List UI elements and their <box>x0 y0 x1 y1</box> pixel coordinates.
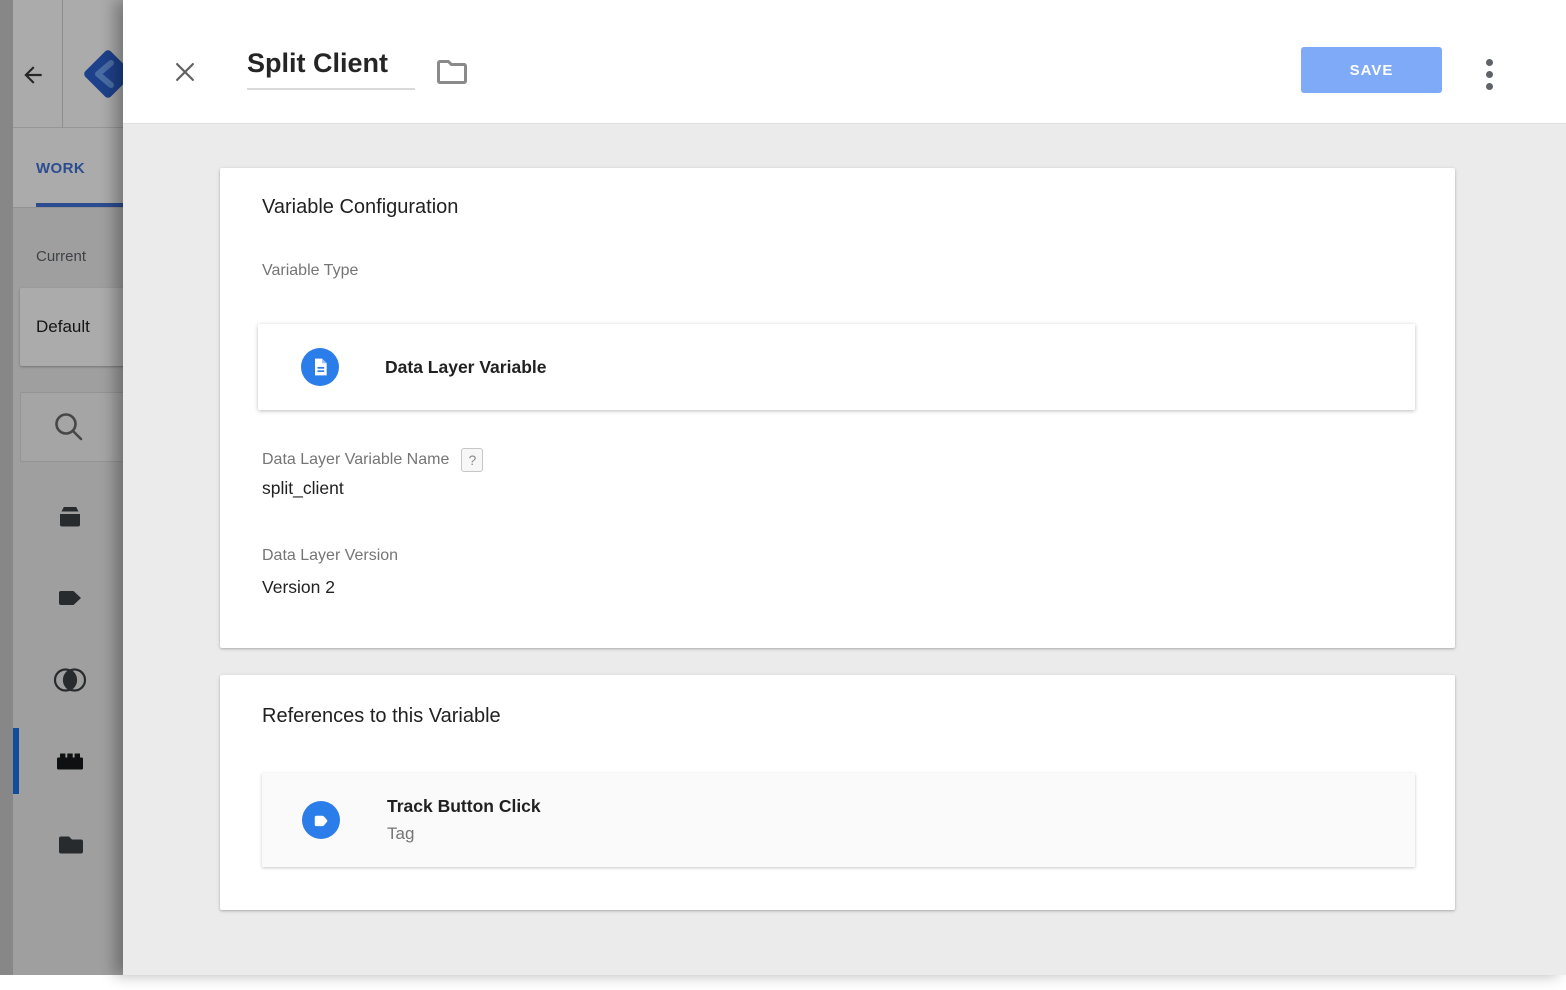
close-icon <box>170 57 200 87</box>
kebab-dot <box>1486 83 1493 90</box>
reference-row[interactable]: Track Button Click Tag <box>262 773 1415 867</box>
variable-type-value: Data Layer Variable <box>385 324 546 410</box>
kebab-dot <box>1486 59 1493 66</box>
reference-title: Track Button Click <box>387 796 541 817</box>
app-root: WORK Current Default <box>0 0 1566 990</box>
variable-editor-panel: Split Client SAVE Variable Configuration… <box>123 0 1566 975</box>
data-layer-variable-icon <box>310 357 330 377</box>
dlv-name-label: Data Layer Variable Name <box>262 451 449 469</box>
variable-type-label: Variable Type <box>262 262 358 280</box>
variable-configuration-card: Variable Configuration Variable Type Dat… <box>220 168 1455 648</box>
variable-type-icon-circle <box>301 348 339 386</box>
references-card: References to this Variable Track Button… <box>220 675 1455 910</box>
dlv-name-label-row: Data Layer Variable Name ? <box>262 448 483 472</box>
folder-icon <box>434 57 470 87</box>
panel-header: Split Client SAVE <box>123 0 1566 124</box>
close-button[interactable] <box>169 56 201 88</box>
help-icon[interactable]: ? <box>461 448 483 472</box>
dlv-version-value[interactable]: Version 2 <box>262 577 335 598</box>
kebab-dot <box>1486 71 1493 78</box>
references-heading: References to this Variable <box>262 705 501 728</box>
panel-body: Variable Configuration Variable Type Dat… <box>123 124 1566 975</box>
more-options-button[interactable] <box>1477 54 1501 94</box>
reference-icon-circle <box>302 801 340 839</box>
variable-configuration-heading: Variable Configuration <box>262 196 458 219</box>
dlv-name-value[interactable]: split_client <box>262 478 344 499</box>
tag-icon <box>310 809 332 831</box>
reference-type: Tag <box>387 824 414 844</box>
move-to-folder-button[interactable] <box>433 55 471 89</box>
variable-type-card[interactable]: Data Layer Variable <box>258 324 1415 410</box>
save-button[interactable]: SAVE <box>1301 47 1442 93</box>
dlv-version-label: Data Layer Version <box>262 547 398 565</box>
variable-name-title[interactable]: Split Client <box>247 48 415 90</box>
